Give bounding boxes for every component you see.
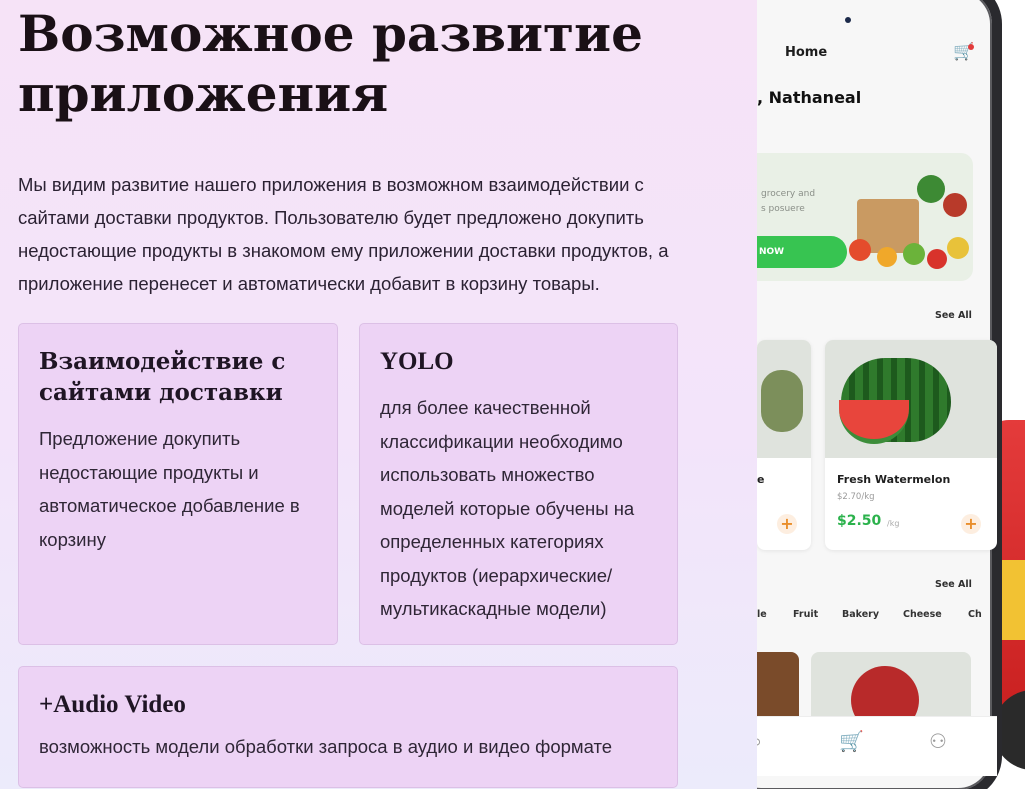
bottom-navigation: ⌕ 🛒 ⚇ — [757, 716, 997, 776]
greeting-text: , Nathaneal — [757, 88, 862, 107]
promo-banner: grocery and s posuere NOW — [757, 153, 973, 281]
product-old-price: $2.70/kg — [837, 492, 875, 502]
vegetable-image — [849, 239, 871, 261]
see-all-link[interactable]: See All — [935, 579, 972, 590]
card-body: для более качественной классификации нео… — [380, 397, 635, 619]
search-icon[interactable]: ⌕ — [757, 729, 762, 753]
product-image — [825, 340, 997, 458]
banner-text: grocery and s posuere — [761, 189, 816, 214]
card-audio-video: +Audio Video возможность модели обработк… — [18, 666, 678, 788]
product-image — [757, 340, 811, 458]
banner-button: NOW — [757, 236, 847, 268]
vegetable-image — [877, 247, 897, 267]
product-card[interactable] — [811, 652, 971, 716]
product-card[interactable]: Fresh Watermelon $2.70/kg $2.50 /kg + — [825, 340, 997, 550]
product-name: e — [757, 473, 765, 486]
product-card[interactable]: e + — [757, 340, 811, 550]
add-to-cart-button[interactable]: + — [961, 514, 981, 534]
product-name: Fresh Watermelon — [837, 473, 951, 486]
card-title: +Audio Video — [39, 691, 186, 718]
card-body: Предложение докупить недостающие продукт… — [39, 428, 300, 550]
category-tab[interactable]: Fruit — [793, 609, 818, 620]
phone-screen: Home 🛒 , Nathaneal grocery and s posuere… — [757, 0, 997, 789]
category-tab[interactable]: Ch — [968, 609, 982, 620]
category-tab[interactable]: le — [757, 609, 767, 620]
product-unit: /kg — [887, 519, 900, 528]
product-price: $2.50 — [837, 513, 882, 529]
pomegranate-image — [851, 666, 919, 716]
camera-dot — [845, 17, 851, 23]
slide-content: Возможное развитие приложения Мы видим р… — [0, 0, 757, 789]
vegetable-image — [947, 237, 969, 259]
category-tab[interactable]: Cheese — [903, 609, 942, 620]
card-title: YOLO — [380, 348, 454, 375]
card-title: Взаимодействие с сайтами доставки — [39, 348, 286, 406]
intro-paragraph: Мы видим развитие нашего приложения в во… — [18, 174, 669, 294]
see-all-link[interactable]: See All — [935, 310, 972, 321]
vegetable-image — [917, 175, 945, 203]
vegetable-image — [943, 193, 967, 217]
slide-title: Возможное развитие приложения — [18, 4, 643, 123]
vegetable-image — [903, 243, 925, 265]
add-to-cart-button[interactable]: + — [777, 514, 797, 534]
vegetable-image — [927, 249, 947, 269]
card-delivery-integration: Взаимодействие с сайтами доставки Предло… — [18, 323, 338, 645]
card-yolo: YOLO для более качественной классификаци… — [359, 323, 678, 645]
card-body: возможность модели обработки запроса в а… — [39, 736, 613, 757]
cart-icon[interactable]: 🛒 — [839, 729, 864, 753]
user-icon[interactable]: ⚇ — [929, 729, 947, 753]
phone-header-title: Home — [785, 45, 828, 60]
product-image — [757, 652, 799, 716]
cart-badge — [968, 44, 974, 50]
artichoke-image — [761, 370, 803, 432]
phone-mockup-image: Home 🛒 , Nathaneal grocery and s posuere… — [757, 0, 1025, 789]
category-tab[interactable]: Bakery — [842, 609, 879, 620]
